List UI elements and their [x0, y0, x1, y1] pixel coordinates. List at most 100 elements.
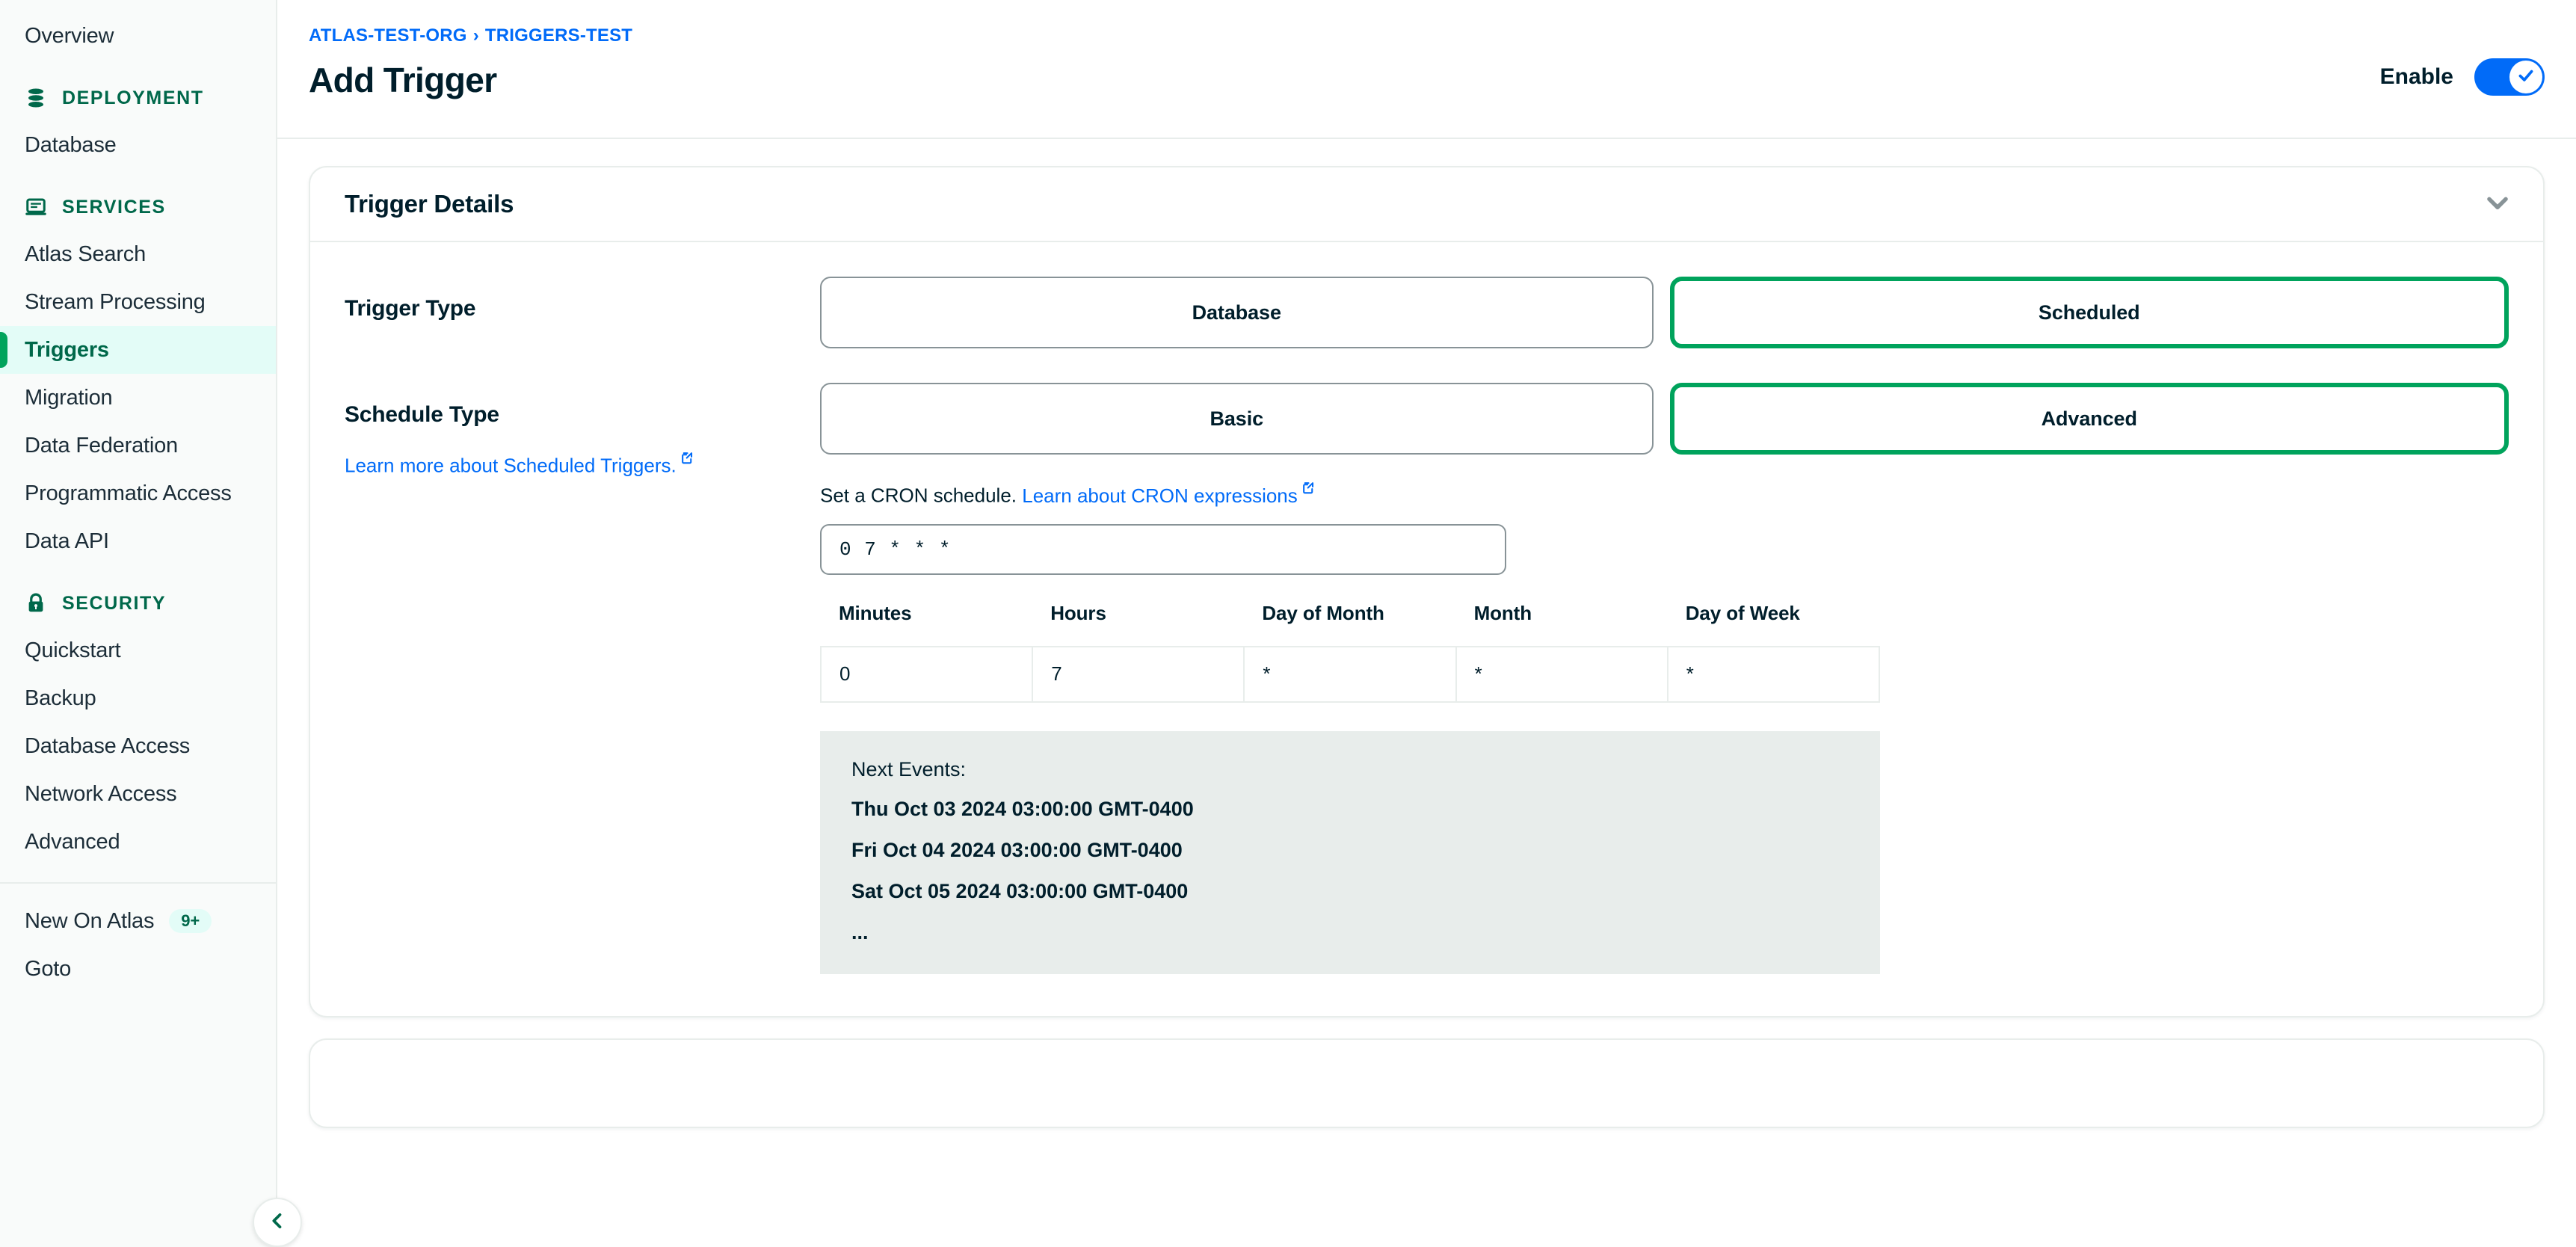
atlas-app-window: Overview DEPLOYMENT Database SERVICES At…: [0, 0, 2576, 1247]
next-events-ellipsis: ...: [851, 920, 869, 943]
sidebar-section-label: SERVICES: [62, 196, 166, 218]
main-content: ATLAS-TEST-ORG › TRIGGERS-TEST Add Trigger…: [277, 0, 2576, 1247]
table-row: 0 7 * * *: [819, 645, 1881, 703]
new-on-atlas-badge: 9+: [169, 909, 212, 933]
sidebar-item-label: Database Access: [25, 733, 191, 758]
sidebar-section-label: DEPLOYMENT: [62, 87, 204, 108]
segment-label: Advanced: [2041, 407, 2137, 430]
cron-col-day-of-month: Day of Month: [1262, 601, 1384, 624]
segment-label: Database: [1192, 301, 1281, 324]
check-icon: [2516, 66, 2536, 89]
sidebar-item-label: Backup: [25, 686, 96, 710]
database-icon: [25, 87, 47, 109]
enable-trigger-control: Enable: [2380, 58, 2545, 96]
sidebar-item-label: Data Federation: [25, 433, 178, 458]
sidebar-item-new-on-atlas[interactable]: New On Atlas 9+: [0, 897, 276, 945]
cron-cell-day-of-month: *: [1243, 645, 1457, 703]
sidebar-item-programmatic-access[interactable]: Programmatic Access: [0, 469, 276, 517]
segment-label: Scheduled: [2038, 301, 2140, 324]
sidebar-section-security: SECURITY: [0, 580, 276, 626]
sidebar-item-label: Overview: [25, 23, 114, 48]
sidebar-item-data-federation[interactable]: Data Federation: [0, 422, 276, 469]
cron-expression-input[interactable]: 0 7 * * *: [820, 523, 1506, 575]
sidebar-item-database[interactable]: Database: [0, 121, 276, 169]
cron-expression-value: 0 7 * * *: [839, 538, 952, 561]
trigger-details-card: Trigger Details Trigger Type Database Sc…: [309, 166, 2545, 1017]
sidebar-item-label: Database: [25, 132, 117, 157]
trigger-type-option-scheduled[interactable]: Scheduled: [1669, 277, 2509, 348]
next-event-item: Fri Oct 04 2024 03:00:00 GMT-0400: [851, 838, 1183, 861]
cron-col-hours: Hours: [1050, 601, 1106, 624]
learn-more-scheduled-triggers-link[interactable]: Learn more about Scheduled Triggers.: [345, 447, 694, 478]
learn-about-cron-expressions-link[interactable]: Learn about CRON expressions: [1022, 482, 1316, 507]
sidebar-section-services: SERVICES: [0, 184, 276, 230]
laptop-icon: [25, 196, 47, 218]
cron-col-month: Month: [1473, 601, 1532, 624]
sidebar-item-label: Quickstart: [25, 638, 121, 662]
cron-cell-month: *: [1455, 645, 1668, 703]
sidebar-item-label: Network Access: [25, 781, 177, 806]
sidebar-item-label: Data API: [25, 529, 109, 553]
next-event-item: Thu Oct 03 2024 03:00:00 GMT-0400: [851, 797, 1194, 820]
sidebar-item-label: Migration: [25, 385, 113, 410]
card-title: Trigger Details: [345, 190, 514, 218]
sidebar-item-stream-processing[interactable]: Stream Processing: [0, 278, 276, 326]
cron-cell-hours: 7: [1032, 645, 1245, 703]
sidebar-item-advanced[interactable]: Advanced: [0, 818, 276, 866]
sidebar-item-network-access[interactable]: Network Access: [0, 770, 276, 818]
external-link-icon: [680, 447, 694, 470]
schedule-type-segmented-control: Basic Advanced: [820, 383, 2509, 455]
sidebar-item-label: Goto: [25, 956, 72, 981]
trigger-details-card-header[interactable]: Trigger Details: [310, 167, 2543, 242]
external-link-icon: [1301, 477, 1316, 500]
page-title: Add Trigger: [309, 61, 497, 99]
sidebar-item-label: Stream Processing: [25, 289, 206, 314]
breadcrumb-project-link[interactable]: TRIGGERS-TEST: [485, 25, 632, 46]
sidebar-item-data-api[interactable]: Data API: [0, 517, 276, 565]
enable-toggle[interactable]: [2474, 58, 2545, 96]
trigger-details-card-body: Trigger Type Database Scheduled Schedule…: [310, 242, 2543, 1016]
sidebar-collapse-button[interactable]: [253, 1198, 302, 1247]
sidebar-item-overview[interactable]: Overview: [0, 12, 276, 60]
sidebar-item-triggers[interactable]: Triggers: [0, 326, 276, 374]
sidebar-item-label: Advanced: [25, 829, 120, 854]
cron-col-minutes: Minutes: [839, 601, 912, 624]
trigger-type-label: Trigger Type: [345, 296, 476, 321]
breadcrumb[interactable]: ATLAS-TEST-ORG › TRIGGERS-TEST: [309, 25, 2534, 46]
sidebar-item-label: Atlas Search: [25, 241, 147, 266]
cron-help-prefix: Set a CRON schedule.: [820, 484, 1017, 507]
cron-cell-minutes: 0: [819, 645, 1034, 703]
cron-table-header-row: Minutes Hours Day of Month Month Day of …: [821, 602, 1879, 647]
schedule-type-row: Schedule Type Learn more about Scheduled…: [345, 383, 2509, 974]
sidebar-item-label: Triggers: [25, 337, 109, 362]
schedule-type-option-advanced[interactable]: Advanced: [1669, 383, 2509, 455]
sidebar-item-atlas-search[interactable]: Atlas Search: [0, 230, 276, 278]
link-text: Learn about CRON expressions: [1022, 484, 1298, 507]
schedule-type-option-basic[interactable]: Basic: [820, 383, 1654, 455]
sidebar-item-label: New On Atlas: [25, 908, 155, 933]
next-events-title: Next Events:: [851, 757, 967, 780]
chevron-down-icon[interactable]: [2483, 188, 2512, 221]
sidebar-section-label: SECURITY: [62, 592, 167, 614]
sidebar-item-database-access[interactable]: Database Access: [0, 722, 276, 770]
trigger-type-row: Trigger Type Database Scheduled: [345, 277, 2509, 348]
breadcrumb-org-link[interactable]: ATLAS-TEST-ORG: [309, 25, 467, 46]
sidebar-item-migration[interactable]: Migration: [0, 374, 276, 422]
cron-cell-day-of-week: *: [1666, 645, 1881, 703]
breadcrumb-separator: ›: [472, 25, 479, 46]
next-event-item: Sat Oct 05 2024 03:00:00 GMT-0400: [851, 879, 1189, 902]
sidebar-item-label: Programmatic Access: [25, 481, 232, 505]
lock-icon: [25, 592, 47, 615]
toggle-knob: [2509, 61, 2542, 93]
sidebar-item-backup[interactable]: Backup: [0, 674, 276, 722]
sidebar-item-quickstart[interactable]: Quickstart: [0, 626, 276, 674]
trigger-type-option-database[interactable]: Database: [820, 277, 1654, 348]
sidebar-item-goto[interactable]: Goto: [0, 945, 276, 993]
sidebar-divider: [0, 882, 276, 884]
cron-help-text: Set a CRON schedule. Learn about CRON ex…: [820, 477, 2509, 508]
sidebar-section-deployment: DEPLOYMENT: [0, 75, 276, 121]
schedule-type-label-col: Schedule Type Learn more about Scheduled…: [345, 383, 820, 478]
segment-label: Basic: [1210, 407, 1264, 430]
next-events-panel: Next Events: Thu Oct 03 2024 03:00:00 GM…: [820, 730, 1880, 974]
cron-fields-table: Minutes Hours Day of Month Month Day of …: [819, 602, 1881, 703]
